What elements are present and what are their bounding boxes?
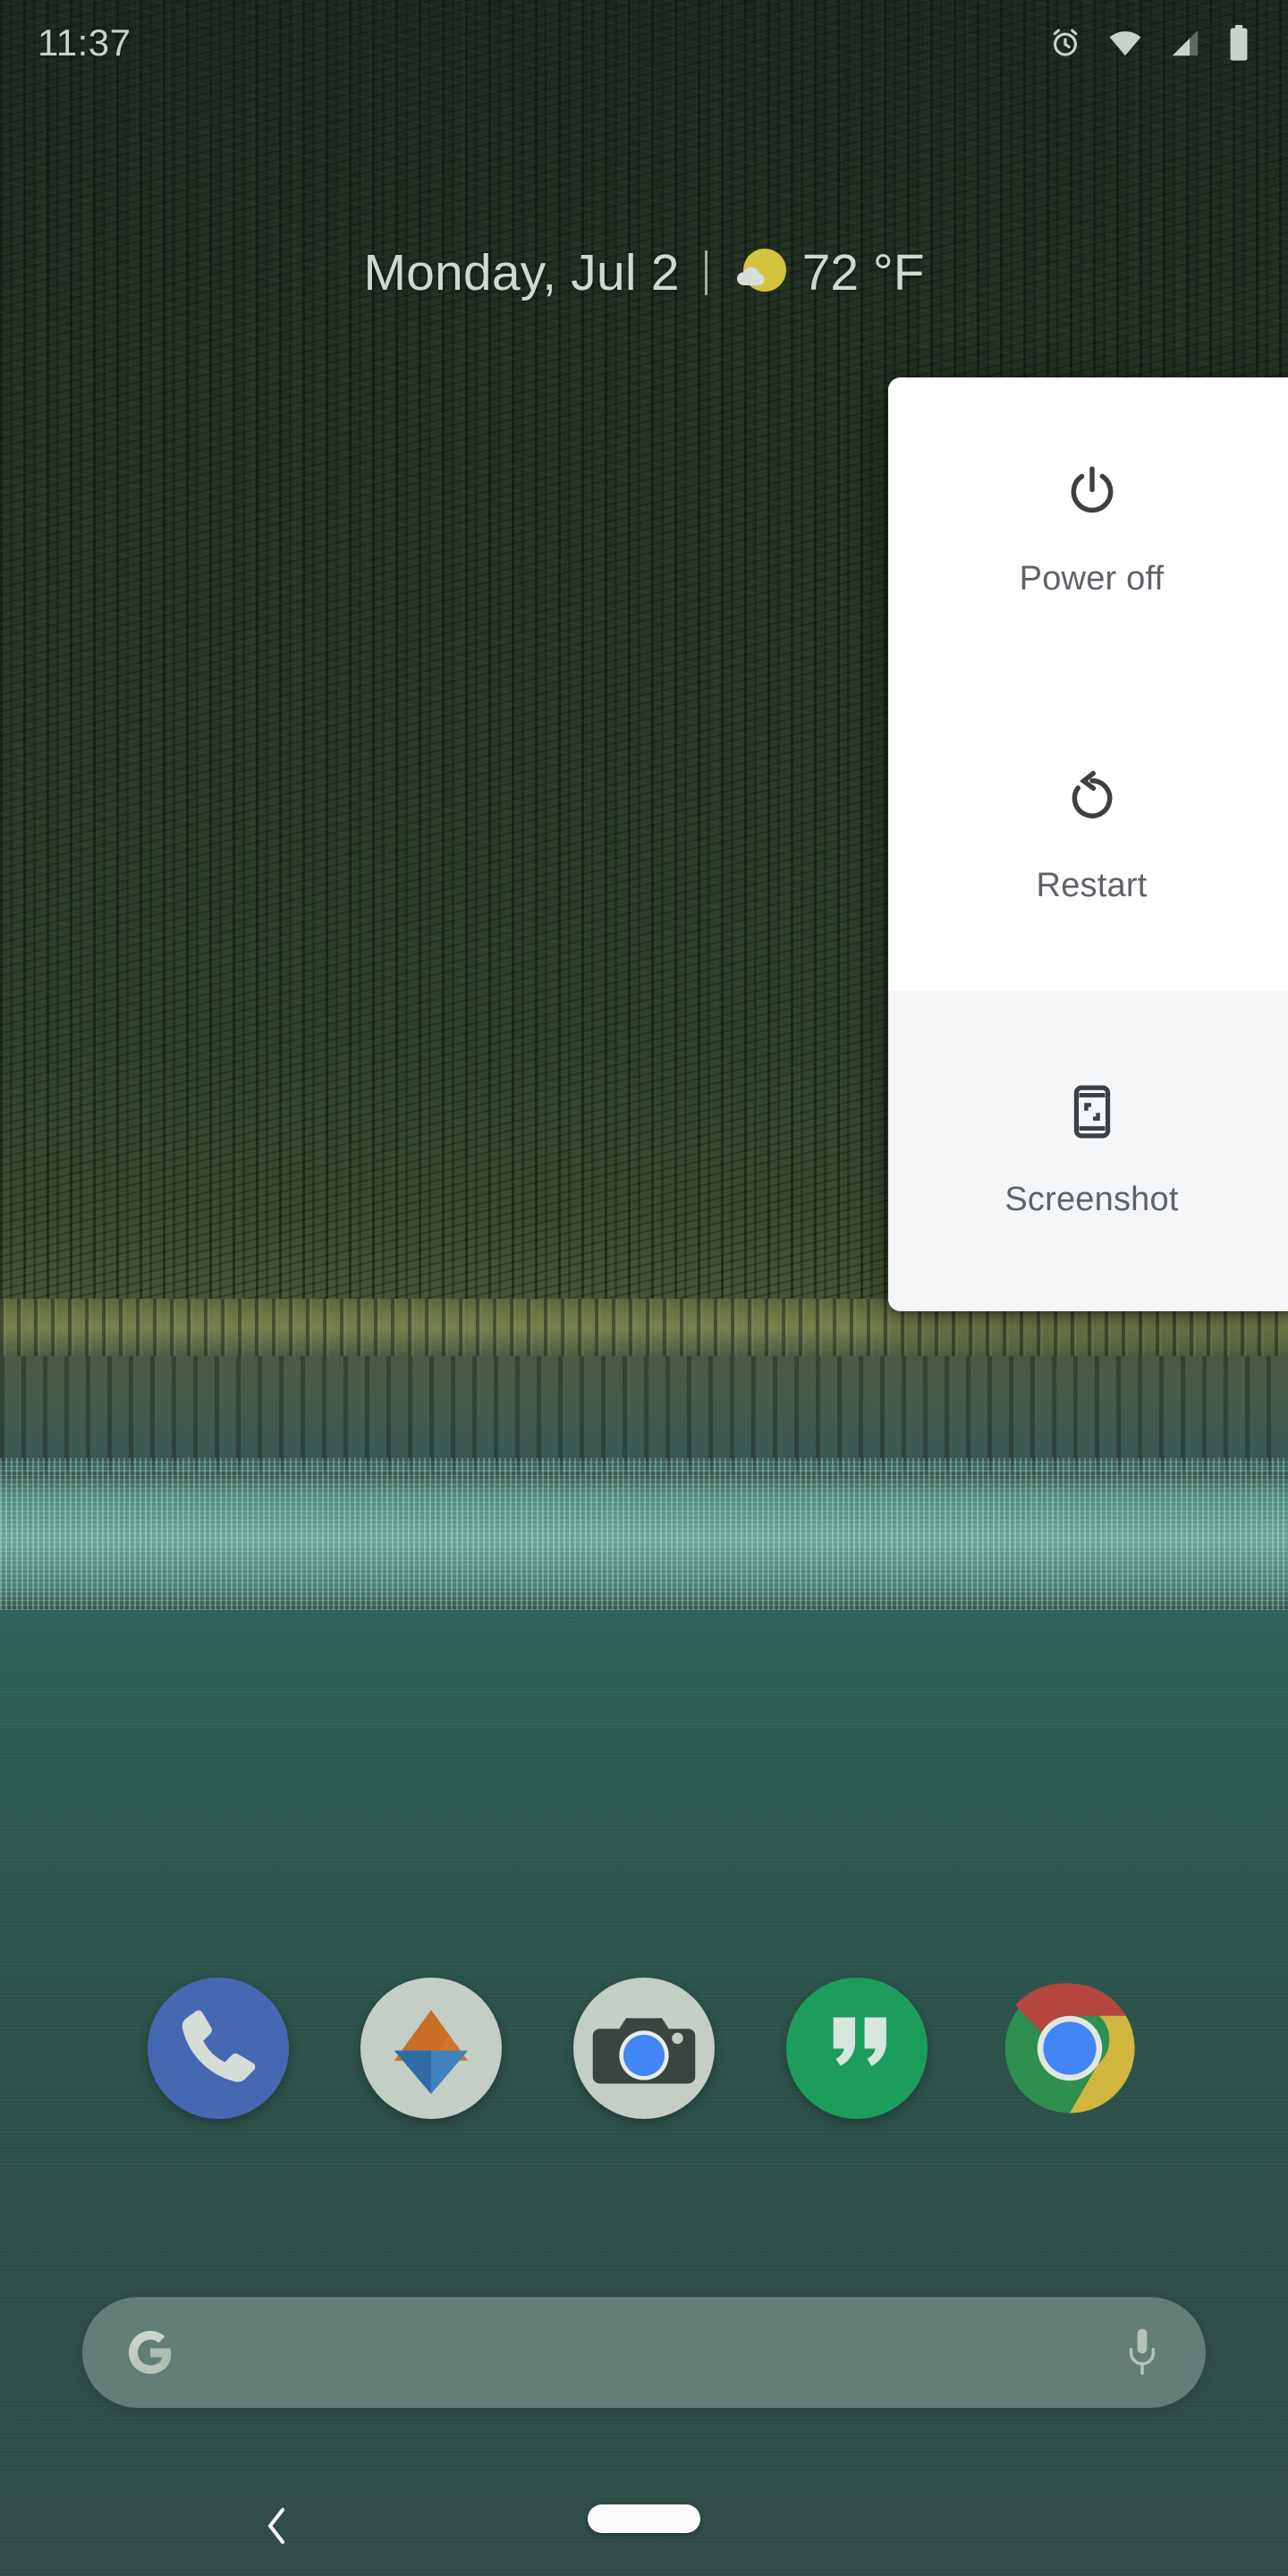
cell-signal-icon — [1168, 26, 1202, 60]
battery-icon — [1227, 24, 1250, 62]
widget-temperature-text[interactable]: 72 °F — [802, 243, 925, 302]
power-menu-label-power-off: Power off — [1019, 560, 1165, 597]
status-bar-clock: 11:37 — [38, 21, 131, 64]
microphone-icon[interactable] — [1120, 2323, 1165, 2382]
dock-app-camera[interactable] — [573, 1978, 715, 2119]
home-pill[interactable] — [588, 2504, 700, 2533]
drive-icon — [394, 2010, 469, 2095]
alarm-icon — [1048, 26, 1082, 60]
screenshot-icon — [1064, 1084, 1120, 1140]
power-menu-item-restart[interactable]: Restart — [888, 684, 1288, 991]
chrome-icon — [1004, 1983, 1135, 2114]
power-menu-item-power-off[interactable]: Power off — [888, 377, 1288, 684]
phone-icon — [182, 2010, 256, 2082]
wifi-icon — [1107, 25, 1143, 61]
power-menu-panel: Power off Restart Screenshot — [888, 377, 1288, 1311]
phone-screen: 11:37 Monday, Jul 2 72 °F Power off Rest… — [0, 0, 1288, 2576]
dock — [0, 1963, 1288, 2133]
hangouts-icon — [833, 2017, 886, 2066]
power-menu-label-restart: Restart — [1036, 867, 1148, 904]
power-menu-item-screenshot[interactable]: Screenshot — [888, 991, 1288, 1311]
status-bar-icons — [1048, 24, 1250, 62]
widget-date-text[interactable]: Monday, Jul 2 — [363, 243, 679, 302]
google-search-bar[interactable] — [82, 2297, 1206, 2408]
camera-icon — [592, 2018, 696, 2084]
widget-separator — [704, 250, 708, 295]
google-g-icon — [123, 2326, 177, 2379]
navigation-bar — [0, 2476, 1288, 2576]
wallpaper-water-shimmer — [0, 1458, 1288, 1628]
restart-icon — [1064, 770, 1120, 826]
dock-app-chrome[interactable] — [999, 1978, 1140, 2119]
wallpaper-reflection — [0, 1356, 1288, 1472]
dock-app-phone[interactable] — [148, 1978, 289, 2119]
back-icon[interactable] — [254, 2501, 299, 2551]
power-icon — [1064, 463, 1120, 519]
power-menu-label-screenshot: Screenshot — [1004, 1180, 1179, 1218]
status-bar: 11:37 — [0, 0, 1288, 86]
dock-app-drive[interactable] — [360, 1978, 502, 2119]
dock-app-hangouts[interactable] — [786, 1978, 928, 2119]
partly-cloudy-icon — [733, 244, 790, 301]
date-weather-widget[interactable]: Monday, Jul 2 72 °F — [0, 243, 1288, 302]
